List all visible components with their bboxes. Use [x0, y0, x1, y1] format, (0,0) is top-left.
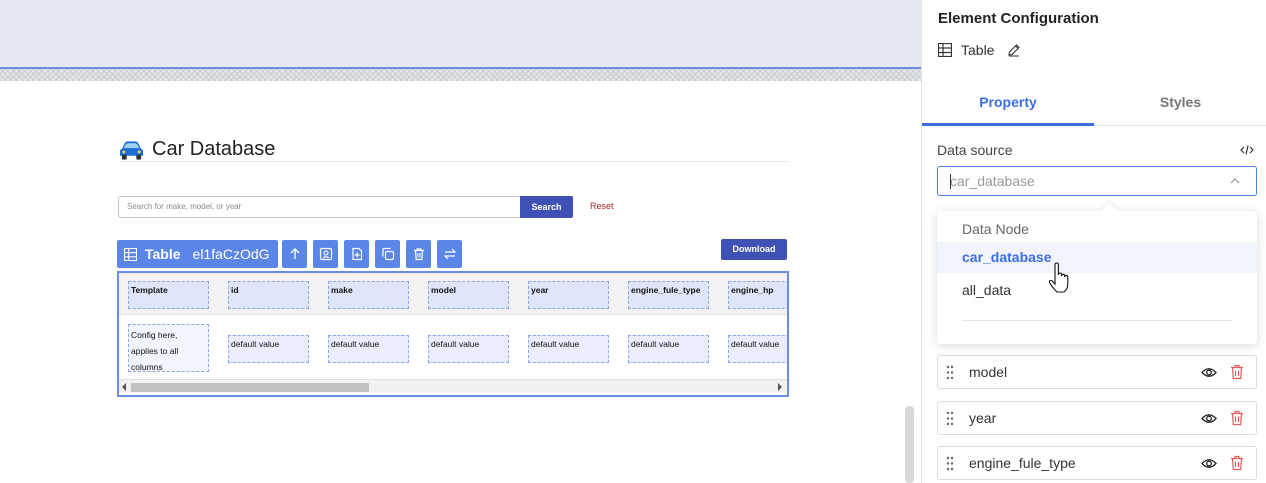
chevron-up-icon: [1230, 178, 1240, 184]
search-button[interactable]: Search: [520, 196, 573, 218]
data-source-dropdown: Data Node car_database all_data: [937, 202, 1257, 344]
add-file-icon: [351, 247, 362, 261]
canvas-header-area: [0, 0, 921, 68]
table-cell[interactable]: default value: [328, 335, 409, 363]
reset-link[interactable]: Reset: [590, 201, 614, 211]
drag-handle-icon[interactable]: [946, 456, 954, 471]
dropdown-divider: [962, 320, 1232, 321]
canvas-drop-zone: [0, 69, 921, 81]
table-header-cell[interactable]: make: [328, 281, 409, 309]
column-row-engine-fule-type[interactable]: engine_fule_type: [937, 446, 1257, 480]
element-id-label: el1faCzOdG: [192, 246, 270, 262]
selected-element-chip[interactable]: Table el1faCzOdG: [117, 240, 278, 268]
car-icon: [119, 140, 144, 160]
add-file-button[interactable]: [344, 240, 369, 268]
edit-icon[interactable]: [1007, 43, 1021, 57]
move-up-button[interactable]: [282, 240, 307, 268]
data-source-label: Data source: [937, 142, 1013, 158]
element-config-panel: Element Configuration Table Property Sty…: [921, 0, 1266, 483]
element-type-row: Table: [938, 42, 1021, 58]
copy-button[interactable]: [375, 240, 400, 268]
data-source-value: car_database: [950, 173, 1035, 189]
trash-icon[interactable]: [1230, 364, 1244, 380]
panel-tabs: Property Styles: [922, 80, 1266, 126]
dropdown-option-all-data[interactable]: all_data: [937, 275, 1257, 306]
table-cell[interactable]: default value: [428, 335, 509, 363]
element-type-label: Table: [145, 246, 181, 262]
delete-element-button[interactable]: [406, 240, 431, 268]
builder-canvas: Car Database Search for make, model, or …: [0, 0, 921, 483]
swap-icon: [443, 248, 456, 260]
table-header-cell[interactable]: Template: [128, 281, 209, 309]
trash-icon[interactable]: [1230, 455, 1244, 471]
scrollbar-thumb[interactable]: [131, 383, 369, 392]
eye-icon[interactable]: [1201, 457, 1217, 470]
arrow-up-icon: [290, 248, 299, 259]
canvas-vertical-scrollbar[interactable]: [905, 406, 914, 483]
code-icon[interactable]: [1240, 144, 1254, 156]
trash-icon[interactable]: [1230, 410, 1244, 426]
scroll-left-icon[interactable]: [122, 383, 126, 391]
column-row-year[interactable]: year: [937, 401, 1257, 435]
table-icon: [938, 43, 952, 57]
dropdown-option-car-database[interactable]: car_database: [937, 242, 1257, 273]
dropdown-group-label: Data Node: [962, 221, 1029, 237]
swap-button[interactable]: [437, 240, 462, 268]
drag-handle-icon[interactable]: [946, 365, 954, 380]
copy-icon: [381, 247, 394, 261]
table-cell[interactable]: default value: [728, 335, 787, 363]
table-cell[interactable]: default value: [228, 335, 309, 363]
search-input[interactable]: Search for make, model, or year: [118, 196, 521, 218]
dropdown-pointer: [1100, 202, 1118, 220]
table-header-cell[interactable]: model: [428, 281, 509, 309]
app-title: Car Database: [119, 138, 275, 161]
table-cell[interactable]: default value: [628, 335, 709, 363]
settings-form-button[interactable]: [313, 240, 338, 268]
table-header-cell[interactable]: id: [228, 281, 309, 309]
app-title-text: Car Database: [152, 138, 276, 160]
column-name: model: [969, 364, 1008, 380]
hand-pointer-icon: [1048, 262, 1069, 293]
title-divider: [119, 161, 788, 162]
data-table[interactable]: Template id make model year engine_fule_…: [117, 271, 789, 397]
data-source-select[interactable]: car_database: [937, 166, 1257, 196]
column-name: engine_fule_type: [969, 455, 1076, 471]
settings-form-icon: [319, 247, 332, 261]
table-header-cell[interactable]: engine_hp: [728, 281, 787, 309]
drag-handle-icon[interactable]: [946, 411, 954, 426]
panel-title: Element Configuration: [938, 10, 1099, 27]
tab-styles[interactable]: Styles: [1094, 80, 1266, 126]
eye-icon[interactable]: [1201, 412, 1217, 425]
text-cursor: [950, 174, 951, 189]
scroll-right-icon[interactable]: [778, 383, 782, 391]
table-cell[interactable]: default value: [528, 335, 609, 363]
table-icon: [124, 247, 137, 261]
template-cell[interactable]: Config here, applies to all columns: [128, 324, 209, 372]
column-name: year: [969, 410, 997, 426]
tab-property[interactable]: Property: [922, 80, 1094, 126]
table-header-cell[interactable]: year: [528, 281, 609, 309]
table-horizontal-scrollbar[interactable]: [119, 379, 787, 393]
download-button[interactable]: Download: [721, 239, 787, 260]
element-type-name: Table: [961, 42, 995, 58]
column-row-model[interactable]: model: [937, 355, 1257, 389]
trash-icon: [413, 248, 424, 261]
table-header-cell[interactable]: engine_fule_type: [628, 281, 709, 309]
eye-icon[interactable]: [1201, 366, 1217, 379]
